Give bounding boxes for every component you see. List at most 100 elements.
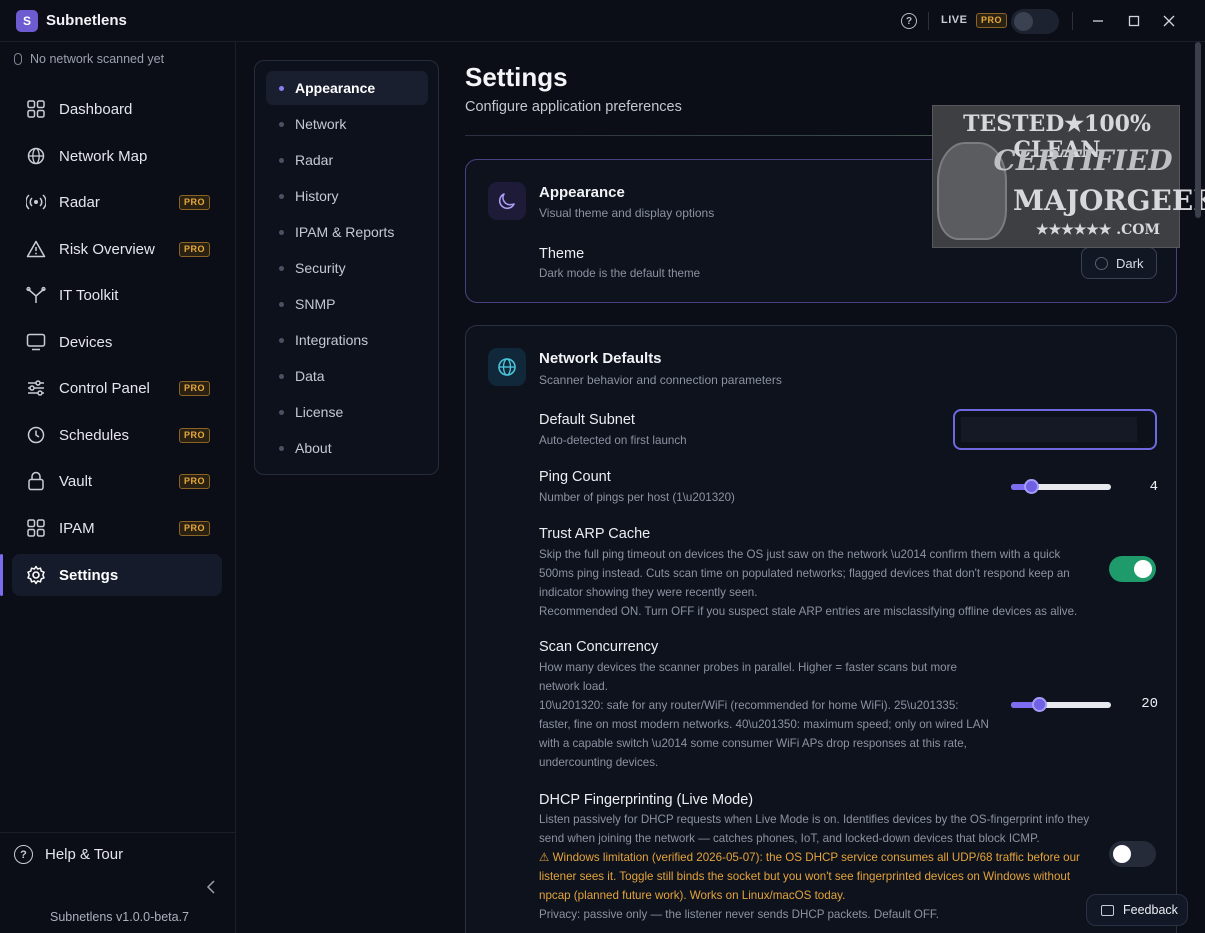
- bullet: [279, 85, 284, 91]
- subnav-item-network[interactable]: Network: [266, 107, 428, 141]
- help-tour-button[interactable]: ? Help & Tour: [14, 845, 123, 864]
- subnav-label: Data: [295, 368, 325, 384]
- scan-concurrency-desc: How many devices the scanner probes in p…: [539, 658, 1009, 772]
- help-tour-label: Help & Tour: [45, 846, 124, 863]
- sidebar-item-network-map[interactable]: Network Map: [12, 135, 222, 177]
- desc-line: send when joining the network — catches …: [539, 832, 1040, 845]
- bullet: [279, 193, 284, 199]
- warning-line: ⚠ Windows limitation (verified 2026-05-0…: [539, 851, 1080, 864]
- pro-badge: PRO: [178, 380, 210, 396]
- card-title: Appearance: [539, 184, 625, 201]
- subnav-item-radar[interactable]: Radar: [266, 143, 428, 177]
- default-subnet-title: Default Subnet: [539, 412, 635, 428]
- sidebar-item-risk-overview[interactable]: Risk Overview PRO: [12, 228, 222, 270]
- card-title: Network Defaults: [539, 350, 662, 367]
- tools-icon: [26, 285, 46, 305]
- subnav-item-snmp[interactable]: SNMP: [266, 287, 428, 321]
- toggle-knob: [1014, 12, 1033, 31]
- bullet: [279, 373, 284, 379]
- subnav-item-data[interactable]: Data: [266, 359, 428, 393]
- sidebar-item-label: IT Toolkit: [59, 286, 119, 304]
- globe-icon: [488, 348, 526, 386]
- sidebar-item-label: Risk Overview: [59, 240, 155, 258]
- subnav-label: IPAM & Reports: [295, 224, 395, 240]
- scan-concurrency-value: 20: [1141, 696, 1158, 712]
- app-logo: S: [16, 10, 38, 32]
- sidebar-item-ipam[interactable]: IPAM PRO: [12, 507, 222, 549]
- app-title: Subnetlens: [46, 12, 127, 29]
- subnav-label: Security: [295, 260, 346, 276]
- subnav-label: Network: [295, 116, 347, 132]
- help-icon[interactable]: ?: [901, 13, 917, 29]
- desc-line: undercounting devices.: [539, 756, 659, 769]
- microphone-icon: [14, 53, 22, 65]
- live-mode-label: LIVE: [941, 14, 968, 26]
- feedback-label: Feedback: [1123, 903, 1178, 917]
- page-subtitle: Configure application preferences: [465, 99, 682, 115]
- feedback-button[interactable]: Feedback: [1086, 894, 1188, 926]
- subnav-label: Appearance: [295, 80, 376, 96]
- warning-line: listener sees it. Toggle still binds the…: [539, 870, 1071, 883]
- warning-icon: [26, 239, 46, 259]
- subnav-item-license[interactable]: License: [266, 395, 428, 429]
- theme-dark-button[interactable]: Dark: [1081, 247, 1157, 279]
- privacy-line: Privacy: passive only — the listener nev…: [539, 908, 939, 921]
- slider-thumb[interactable]: [1024, 479, 1040, 494]
- subnav-item-about[interactable]: About: [266, 431, 428, 465]
- sidebar-item-label: Vault: [59, 472, 93, 490]
- card-subtitle: Scanner behavior and connection paramete…: [539, 373, 782, 387]
- subnav-label: License: [295, 404, 344, 420]
- theme-button-label: Dark: [1116, 256, 1144, 271]
- maximize-button[interactable]: [1123, 10, 1145, 32]
- subnav-item-integrations[interactable]: Integrations: [266, 323, 428, 357]
- ping-count-slider[interactable]: [1011, 479, 1111, 494]
- watermark-line: MAJORGEEKS: [1013, 184, 1205, 217]
- titlebar-divider: [1072, 12, 1073, 30]
- pro-badge: PRO: [178, 427, 210, 443]
- slider-thumb[interactable]: [1032, 697, 1048, 712]
- close-button[interactable]: [1158, 10, 1180, 32]
- live-mode-toggle[interactable]: [1011, 9, 1059, 34]
- sidebar-item-schedules[interactable]: Schedules PRO: [12, 414, 222, 456]
- subnav-label: SNMP: [295, 296, 336, 312]
- scrollbar[interactable]: [1195, 42, 1201, 218]
- scan-status-text: No network scanned yet: [30, 52, 165, 66]
- pro-badge: PRO: [178, 241, 210, 257]
- sidebar-item-devices[interactable]: Devices: [12, 321, 222, 363]
- minimize-button[interactable]: [1087, 10, 1109, 32]
- collapse-sidebar-button[interactable]: [206, 880, 216, 897]
- bullet: [279, 121, 284, 127]
- globe-icon: [26, 146, 46, 166]
- sidebar-item-control-panel[interactable]: Control Panel PRO: [12, 367, 222, 409]
- sidebar-item-dashboard[interactable]: Dashboard: [12, 88, 222, 130]
- sidebar-item-vault[interactable]: Vault PRO: [12, 460, 222, 502]
- sliders-icon: [26, 378, 46, 398]
- sidebar-item-radar[interactable]: Radar PRO: [12, 181, 222, 223]
- settings-subnav: Appearance Network Radar History IPAM & …: [254, 60, 439, 475]
- desc-line: 10\u201320: safe for any router/WiFi (re…: [539, 699, 959, 712]
- ping-count-value: 4: [1149, 479, 1158, 495]
- sidebar-divider: [0, 832, 235, 833]
- sidebar-item-it-toolkit[interactable]: IT Toolkit: [12, 274, 222, 316]
- subnav-item-security[interactable]: Security: [266, 251, 428, 285]
- sidebar: No network scanned yet Dashboard Network…: [0, 42, 236, 933]
- chat-icon: [1101, 905, 1114, 916]
- bullet: [279, 337, 284, 343]
- sidebar-item-label: Schedules: [59, 426, 130, 444]
- desc-line: with a capable switch \u2014 some consum…: [539, 737, 967, 750]
- sidebar-item-settings[interactable]: Settings: [12, 554, 222, 596]
- subnav-item-ipam-reports[interactable]: IPAM & Reports: [266, 215, 428, 249]
- trust-arp-toggle[interactable]: [1109, 556, 1156, 582]
- bullet: [279, 445, 284, 451]
- subnav-item-appearance[interactable]: Appearance: [266, 71, 428, 105]
- scan-concurrency-slider[interactable]: [1011, 697, 1111, 712]
- grid-icon: [26, 99, 46, 119]
- default-subnet-input[interactable]: [961, 417, 1137, 442]
- desc-line: Recommended ON. Turn OFF if you suspect …: [539, 605, 1078, 618]
- live-pro-badge: PRO: [976, 13, 1008, 28]
- subnav-item-history[interactable]: History: [266, 179, 428, 213]
- dhcp-fingerprinting-title: DHCP Fingerprinting (Live Mode): [539, 792, 754, 808]
- dhcp-fingerprinting-toggle[interactable]: [1109, 841, 1156, 867]
- theme-desc: Dark mode is the default theme: [539, 267, 701, 280]
- app-version: Subnetlens v1.0.0-beta.7: [50, 910, 189, 924]
